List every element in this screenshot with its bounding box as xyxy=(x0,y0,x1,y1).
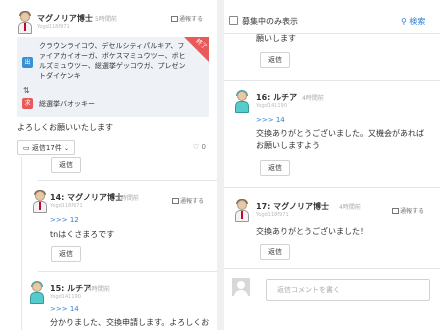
current-user-avatar xyxy=(232,278,250,296)
user-avatar[interactable] xyxy=(233,90,251,113)
comment-text: 分かりました、交換申請します。よろしくお xyxy=(50,318,210,327)
post-username[interactable]: マグノリア博士 xyxy=(37,13,93,24)
divider xyxy=(224,268,440,269)
reply-button[interactable]: 返信 xyxy=(260,52,290,68)
search-button[interactable]: ⚲ 検索 xyxy=(401,16,425,27)
comment-user-id: Yogd118f971 xyxy=(256,212,289,218)
comment-text-snippet: 願いします xyxy=(256,34,296,43)
search-icon: ⚲ xyxy=(401,17,407,26)
comment-text: 交換ありがとうございました。又機会があればお願いしますよう xyxy=(256,129,424,150)
get-badge: 求 xyxy=(22,98,33,109)
like-button[interactable]: ♡ 0 xyxy=(193,143,206,151)
post-user-id: Yogd118f971 xyxy=(37,24,70,30)
reply-comment-input[interactable]: 返信コメントを書く xyxy=(266,279,430,301)
flag-icon xyxy=(171,16,178,22)
status-ribbon: 終了 xyxy=(184,37,209,62)
post-time: 5時間前 xyxy=(95,16,117,23)
recruiting-only-label[interactable]: 募集中のみ表示 xyxy=(242,16,298,27)
comment-username[interactable]: 14: マグノリア博士 xyxy=(50,192,123,203)
chevron-down-icon: ⌄ xyxy=(64,145,70,152)
user-avatar[interactable] xyxy=(28,281,46,304)
comment-time: 4時間前 xyxy=(88,286,110,293)
divider xyxy=(38,180,217,181)
user-avatar[interactable] xyxy=(233,199,251,222)
reply-anchor-link[interactable]: >>> 14 xyxy=(256,116,285,124)
comment-icon: ▭ xyxy=(23,144,30,152)
comment-username[interactable]: 15: ルチア xyxy=(50,283,91,294)
reply-button[interactable]: 返信 xyxy=(51,246,81,262)
swap-arrows-icon: ⇅ xyxy=(23,86,30,95)
flag-icon xyxy=(392,208,399,214)
get-pokemon: 総選挙バオッキー xyxy=(39,100,95,108)
user-avatar[interactable] xyxy=(16,11,34,34)
give-badge: 出 xyxy=(22,57,33,68)
comment-user-id: Yogd141190 xyxy=(256,103,287,109)
right-pane: 募集中のみ表示 ⚲ 検索 願いします 返信 16: ルチア 4時間前 Yogd1… xyxy=(224,0,440,330)
recruiting-only-checkbox[interactable] xyxy=(229,16,238,25)
reply-button[interactable]: 返信 xyxy=(260,160,290,176)
report-button[interactable]: 通報する xyxy=(171,14,203,23)
comment-username[interactable]: 17: マグノリア博士 xyxy=(256,201,329,212)
reply-button[interactable]: 返信 xyxy=(260,244,290,260)
comment-text: tnはくさまろです xyxy=(50,230,115,239)
reply-anchor-link[interactable]: >>> 14 xyxy=(50,305,79,313)
comment-time: 4時間前 xyxy=(117,195,139,202)
left-pane: マグノリア博士 5時間前 Yogd118f971 通報する 出 クラウンライコウ… xyxy=(0,0,217,330)
heart-icon: ♡ xyxy=(193,143,200,151)
divider xyxy=(38,271,217,272)
comment-username[interactable]: 16: ルチア xyxy=(256,92,297,103)
reply-button[interactable]: 返信 xyxy=(51,157,81,173)
replies-toggle-button[interactable]: ▭ 返信17件 ⌄ xyxy=(17,140,76,155)
report-button[interactable]: 通報する xyxy=(392,206,424,215)
comment-user-id: Yogd141190 xyxy=(50,294,81,300)
report-button[interactable]: 通報する xyxy=(172,196,204,205)
thread-line xyxy=(21,157,22,330)
comment-user-id: Yogd118f971 xyxy=(50,203,83,209)
reply-anchor-link[interactable]: >>> 12 xyxy=(50,216,79,224)
flag-icon xyxy=(172,198,179,204)
user-avatar[interactable] xyxy=(31,190,49,213)
divider xyxy=(224,80,440,81)
comment-text: 交換ありがとうございました！ xyxy=(256,227,368,236)
divider xyxy=(224,187,440,188)
post-message: よろしくお願いいたします xyxy=(17,123,113,132)
comment-time: 4時間前 xyxy=(302,95,324,102)
give-pokemon-list: クラウンライコウ、デセルシティパルキア、ファイアカイオーガ、ボケスマミュウツー、… xyxy=(39,42,186,80)
comment-time: 4時間前 xyxy=(339,204,361,211)
